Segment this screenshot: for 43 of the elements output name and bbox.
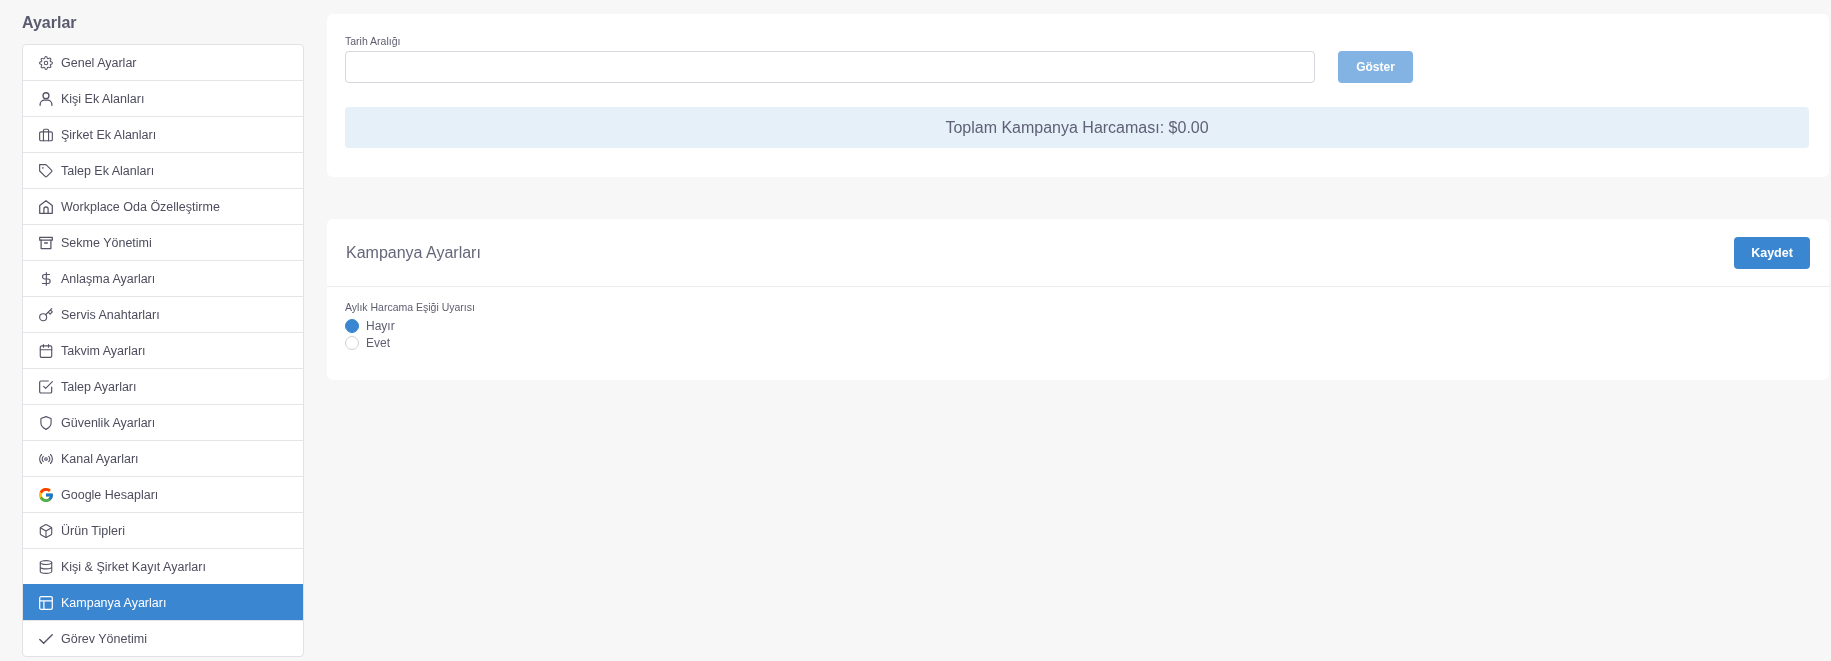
- sidebar-item[interactable]: Takvim Ayarları: [23, 332, 303, 368]
- sidebar-item[interactable]: Kampanya Ayarları: [23, 584, 303, 620]
- sidebar-title: Ayarlar: [22, 13, 77, 33]
- briefcase-icon: [39, 127, 53, 142]
- shield-icon: [39, 415, 53, 430]
- gear-icon: [39, 55, 53, 70]
- sidebar-item[interactable]: Güvenlik Ayarları: [23, 404, 303, 440]
- sidebar-item[interactable]: Sekme Yönetimi: [23, 224, 303, 260]
- dollar-icon: [39, 271, 53, 286]
- broadcast-icon: [39, 451, 53, 466]
- house-icon: [39, 199, 53, 214]
- google-icon: [39, 487, 53, 502]
- radio-label[interactable]: Hayır: [366, 318, 395, 333]
- layout-icon: [39, 595, 53, 610]
- sidebar-item[interactable]: Talep Ek Alanları: [23, 152, 303, 188]
- sidebar-item[interactable]: Talep Ayarları: [23, 368, 303, 404]
- check-icon: [39, 631, 53, 646]
- sidebar-item[interactable]: Google Hesapları: [23, 476, 303, 512]
- person-icon: [39, 91, 53, 106]
- archive-icon: [39, 235, 53, 250]
- database-icon: [39, 559, 53, 574]
- sidebar-item[interactable]: Ürün Tipleri: [23, 512, 303, 548]
- calendar-icon: [39, 343, 53, 358]
- save-button[interactable]: Kaydet: [1734, 236, 1810, 269]
- date-range-input[interactable]: [345, 51, 1315, 83]
- sidebar-item[interactable]: Görev Yönetimi: [23, 620, 303, 656]
- sidebar-item[interactable]: Genel Ayarlar: [23, 45, 303, 80]
- cube-icon: [39, 523, 53, 538]
- field-label: Tarih Aralığı: [345, 34, 401, 48]
- total-spend-banner: Toplam Kampanya Harcaması: $0.00: [345, 107, 1809, 148]
- checkbox-icon: [39, 379, 53, 394]
- field-label: Aylık Harcama Eşiği Uyarısı: [345, 300, 475, 314]
- radio-button[interactable]: [345, 318, 359, 333]
- key-icon: [39, 307, 53, 322]
- sidebar-item[interactable]: Kişi Ek Alanları: [23, 80, 303, 116]
- section-title: Kampanya Ayarları: [346, 243, 481, 262]
- sidebar-item[interactable]: Şirket Ek Alanları: [23, 116, 303, 152]
- sidebar-item[interactable]: Servis Anahtarları: [23, 296, 303, 332]
- sidebar-item[interactable]: Anlaşma Ayarları: [23, 260, 303, 296]
- sidebar-item[interactable]: Workplace Oda Özelleştirme: [23, 188, 303, 224]
- tag-icon: [39, 163, 53, 178]
- sidebar-item[interactable]: Kanal Ayarları: [23, 440, 303, 476]
- radio-label[interactable]: Evet: [366, 335, 390, 350]
